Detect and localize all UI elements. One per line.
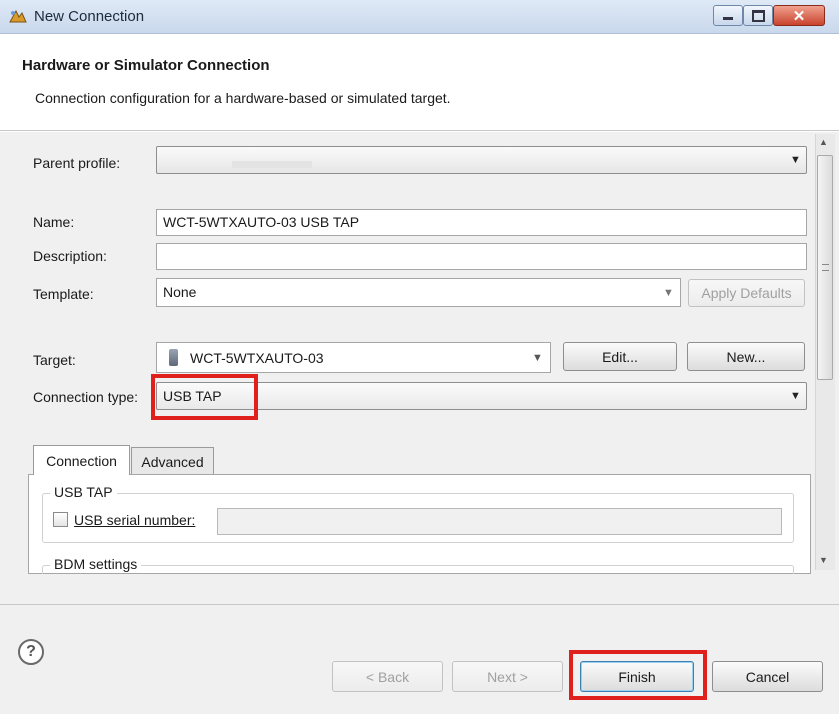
close-button[interactable]: ✕ [773,5,825,26]
usb-tap-group-label: USB TAP [50,484,117,500]
bdm-settings-group [42,565,794,574]
grip-icon [822,264,829,271]
name-label: Name: [33,214,75,230]
page-subtitle: Connection configuration for a hardware-… [35,90,451,106]
template-value: None [163,284,197,300]
page-title: Hardware or Simulator Connection [22,57,270,74]
edit-target-button[interactable]: Edit... [563,342,677,371]
description-field[interactable] [156,243,807,270]
chevron-down-icon: ▼ [790,390,801,402]
redacted-value [232,161,312,168]
parent-profile-combo[interactable]: ▼ [156,146,807,174]
back-button[interactable]: < Back [332,661,443,692]
window-title: New Connection [34,8,145,25]
next-button[interactable]: Next > [452,661,563,692]
target-combo[interactable]: WCT-5WTXAUTO-03 ▼ [156,342,551,373]
target-label: Target: [33,352,76,368]
minimize-icon [723,17,733,20]
tab-advanced[interactable]: Advanced [131,447,214,475]
usb-serial-field[interactable] [217,508,782,535]
description-label: Description: [33,248,107,264]
scrollbar-thumb[interactable] [817,155,833,380]
chevron-down-icon: ▼ [663,287,674,299]
maximize-icon [751,9,765,22]
help-icon[interactable]: ? [18,639,44,665]
connection-type-label: Connection type: [33,389,139,405]
dialog-footer [0,604,839,714]
new-target-button[interactable]: New... [687,342,805,371]
scroll-up-icon[interactable]: ▲ [819,137,828,147]
template-label: Template: [33,286,94,302]
usb-serial-label: USB serial number: [74,512,196,528]
name-field[interactable]: WCT-5WTXAUTO-03 USB TAP [156,209,807,236]
apply-defaults-button[interactable]: Apply Defaults [688,279,805,307]
chevron-down-icon: ▼ [790,154,801,166]
name-value: WCT-5WTXAUTO-03 USB TAP [163,214,360,230]
app-icon [8,8,28,26]
usb-serial-checkbox[interactable] [53,512,68,527]
cancel-button[interactable]: Cancel [712,661,823,692]
finish-highlight [569,650,707,700]
minimize-button[interactable] [713,5,743,26]
bdm-settings-label: BDM settings [50,556,142,572]
maximize-button[interactable] [743,5,773,26]
template-combo[interactable]: None ▼ [156,278,681,307]
device-icon [169,349,178,366]
target-value: WCT-5WTXAUTO-03 [190,350,324,366]
dialog-header [0,35,839,131]
connection-type-highlight [151,374,258,420]
parent-profile-label: Parent profile: [33,155,121,171]
tab-connection[interactable]: Connection [33,445,130,475]
close-icon: ✕ [792,7,806,25]
scroll-down-icon[interactable]: ▼ [819,555,828,565]
chevron-down-icon: ▼ [532,352,543,364]
